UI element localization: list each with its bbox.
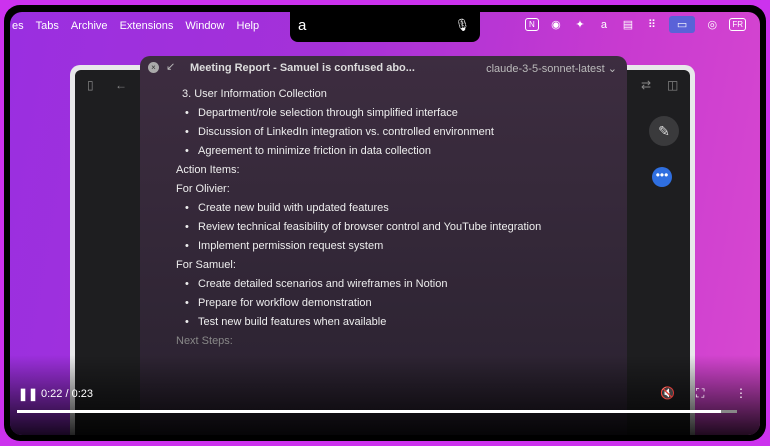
samuel-heading: For Samuel: bbox=[176, 259, 236, 271]
collapse-icon: ↙ bbox=[166, 61, 176, 73]
list-item: Review technical feasibility of browser … bbox=[185, 222, 627, 233]
olivier-heading: For Olivier: bbox=[176, 183, 230, 195]
notch-search: a 🎙 bbox=[290, 12, 480, 42]
list-item: Test new build features when available bbox=[185, 317, 627, 328]
language-icon: FR bbox=[729, 18, 746, 31]
microphone-icon: 🎙 bbox=[454, 18, 470, 32]
mute-icon[interactable]: 🔇 bbox=[660, 386, 675, 400]
list-item: Create detailed scenarios and wireframes… bbox=[185, 279, 627, 290]
split-view-icon: ◫ bbox=[667, 78, 679, 92]
model-selector: claude-3-5-sonnet-latest ⌄ bbox=[486, 63, 617, 75]
video-screen[interactable]: es Tabs Archive Extensions Window Help a… bbox=[10, 12, 760, 435]
record-icon: ◉ bbox=[551, 19, 561, 31]
video-controls-overlay bbox=[10, 355, 760, 435]
dropbox-icon: ✦ bbox=[575, 19, 585, 31]
swap-icon: ⇄ bbox=[641, 78, 652, 92]
time-display: 0:22 / 0:23 bbox=[41, 388, 93, 400]
close-icon: × bbox=[148, 62, 159, 73]
list-item: Implement permission request system bbox=[185, 241, 627, 252]
back-arrow-icon: ← bbox=[115, 78, 127, 92]
notion-icon: N bbox=[524, 18, 539, 31]
list-samuel: Create detailed scenarios and wireframes… bbox=[185, 279, 627, 328]
menu-help: Help bbox=[236, 20, 260, 32]
menubar-tray: N ◉ ✦ a ▤ ⠿ ▭ ◎ FR bbox=[524, 16, 746, 33]
panel-title: Meeting Report - Samuel is confused abo.… bbox=[190, 62, 415, 74]
video-frame: es Tabs Archive Extensions Window Help a… bbox=[4, 5, 766, 441]
menu-window: Window bbox=[185, 20, 225, 32]
menu-extensions: Extensions bbox=[119, 20, 174, 32]
list-item: Create new build with updated features bbox=[185, 203, 627, 214]
grid-icon: ⠿ bbox=[647, 19, 656, 31]
menu-tabs: Tabs bbox=[35, 20, 59, 32]
arc-logo-icon: a bbox=[298, 17, 307, 34]
notes-icon: ▤ bbox=[622, 19, 634, 31]
more-options-icon[interactable]: ⋮ bbox=[735, 386, 747, 400]
list-item: Prepare for workflow demonstration bbox=[185, 298, 627, 309]
list-item: Discussion of LinkedIn integration vs. c… bbox=[185, 127, 627, 138]
fullscreen-icon[interactable]: ⛶ bbox=[696, 386, 704, 401]
action-items-heading: Action Items: bbox=[176, 164, 240, 176]
list-info-collection: Department/role selection through simpli… bbox=[185, 108, 627, 157]
layers-icon: ◎ bbox=[707, 19, 718, 31]
more-icon: ••• bbox=[652, 167, 672, 187]
list-olivier: Create new build with updated features R… bbox=[185, 203, 627, 252]
menu-item: es bbox=[12, 20, 24, 32]
progress-bar[interactable] bbox=[17, 410, 737, 413]
section-heading: 3. User Information Collection bbox=[182, 88, 327, 100]
arc-icon: a bbox=[600, 18, 607, 31]
sidebar-icon: ▯ bbox=[87, 78, 94, 92]
magic-wand-icon: ✎ bbox=[649, 116, 679, 146]
list-item: Agreement to minimize friction in data c… bbox=[185, 146, 627, 157]
list-item: Department/role selection through simpli… bbox=[185, 108, 627, 119]
screen-share-icon: ▭ bbox=[668, 16, 696, 33]
menu-archive: Archive bbox=[70, 20, 108, 32]
pause-icon[interactable]: ❚❚ bbox=[18, 387, 38, 401]
next-steps-heading: Next Steps: bbox=[176, 335, 233, 347]
progress-fill bbox=[17, 410, 722, 413]
